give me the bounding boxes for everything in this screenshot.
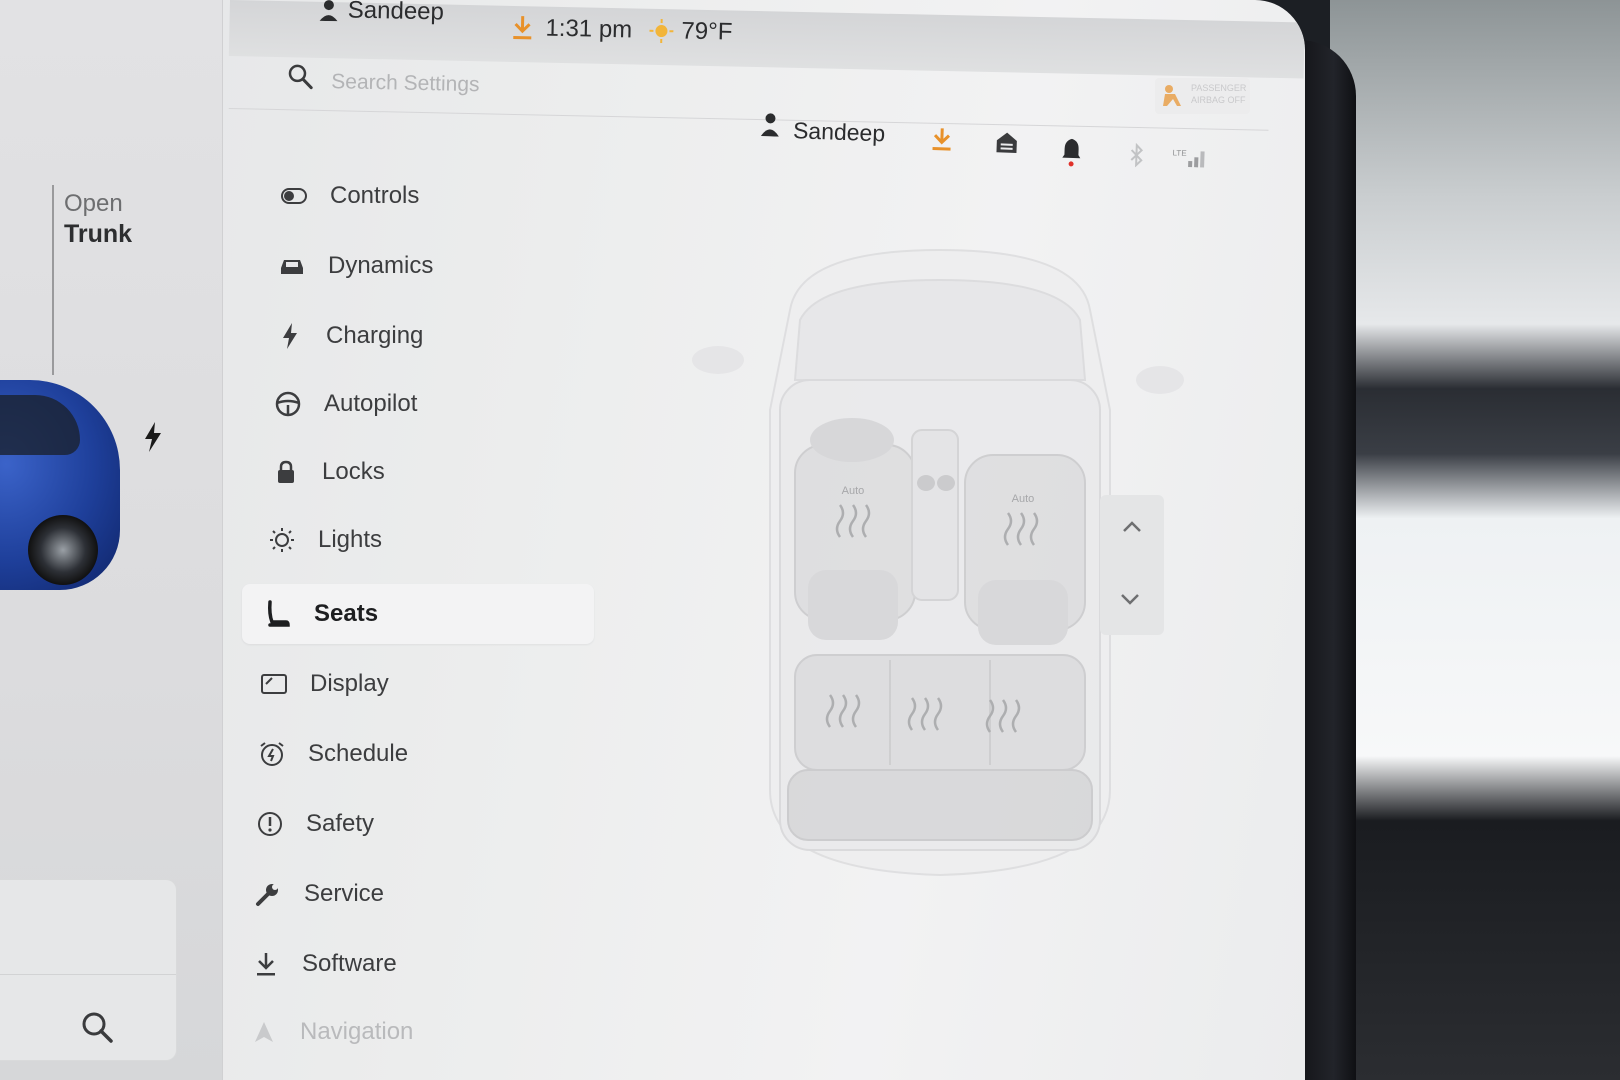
homelink-garage-icon[interactable] [994,130,1019,160]
toggle-icon [280,182,308,210]
airbag-badge-text: PASSENGER AIRBAG OFF [1191,83,1247,105]
menu-label: Lights [318,526,383,553]
menu-label: Charging [326,322,424,349]
alarm-clock-icon [258,740,286,768]
status-user-name: Sandeep [347,0,445,26]
front-left-auto-label: Auto [842,485,865,497]
lte-signal-icon[interactable]: LTE [1172,146,1207,174]
bluetooth-icon[interactable] [1128,142,1145,173]
menu-label: Display [310,670,389,697]
front-left-seat[interactable] [794,418,916,640]
menu-item-controls[interactable]: Controls [280,166,419,226]
trunk-open-label[interactable]: Open [64,190,123,218]
user-icon [319,0,338,22]
menu-label: Software [302,950,397,977]
profile-name: Sandeep [792,117,886,147]
exclamation-circle-icon [256,810,284,838]
menu-item-dynamics[interactable]: Dynamics [278,236,433,296]
notification-bell-icon[interactable] [1060,137,1083,173]
touchscreen: Open Trunk Sandeep 1:31 pm 79°F Search S… [0,0,1305,1080]
menu-item-safety[interactable]: Safety [256,794,374,854]
wrench-icon [254,880,282,908]
menu-item-lights[interactable]: Lights [268,510,382,570]
status-temperature: 79°F [681,17,733,46]
menu-label: Safety [306,810,375,837]
passenger-airbag-badge: PASSENGER AIRBAG OFF [1155,78,1250,114]
download-icon [252,950,280,978]
search-settings-input[interactable] [328,64,834,111]
software-update-icon[interactable] [930,126,953,158]
menu-item-navigation[interactable]: Navigation [250,1002,413,1062]
search-icon [287,63,314,95]
menu-label: Autopilot [324,390,418,417]
airbag-icon [1163,85,1181,106]
status-time: 1:31 pm [545,14,633,44]
menu-item-display[interactable]: Display [260,654,389,714]
sun-weather-icon [649,19,674,44]
menu-item-software[interactable]: Software [252,934,397,994]
profile-button[interactable]: Sandeep [758,108,899,153]
menu-label: Schedule [308,740,409,767]
status-weather: 79°F [649,17,733,47]
seat-adjust-arrows [1100,495,1164,635]
menu-label: Service [304,880,385,907]
seat-icon [264,600,292,628]
screen-bezel [1300,40,1356,1080]
steering-wheel-icon [274,390,302,418]
sun-icon [268,526,296,554]
display-icon [260,670,288,698]
driver-profile-icon [760,113,779,137]
lock-icon [272,458,300,486]
chevron-up-icon[interactable] [1120,519,1144,540]
chevron-down-icon[interactable] [1118,591,1142,612]
status-download[interactable] [511,14,534,40]
menu-label: Navigation [300,1018,414,1045]
rear-bench-seat[interactable] [787,654,1093,841]
trunk-label[interactable]: Trunk [64,220,132,249]
menu-label: Seats [314,600,379,627]
media-search-icon[interactable] [80,1010,114,1049]
car-icon [278,252,306,280]
front-right-auto-label: Auto [1012,493,1035,505]
navigation-arrow-icon [250,1018,278,1046]
charge-port-bolt-icon[interactable] [143,422,163,460]
menu-label: Dynamics [328,252,434,279]
menu-item-seats[interactable]: Seats [242,584,594,644]
menu-item-schedule[interactable]: Schedule [258,724,408,784]
background-window [1330,0,1620,1080]
car-pane: Open Trunk [0,0,223,1080]
menu-item-autopilot[interactable]: Autopilot [274,374,417,434]
menu-label: Locks [322,458,385,485]
menu-item-charging[interactable]: Charging [276,306,423,366]
menu-item-locks[interactable]: Locks [272,442,385,502]
card-divider [0,974,176,975]
front-right-seat[interactable] [964,454,1086,645]
trunk-indicator-line [52,185,54,375]
bolt-icon [276,322,304,350]
car-wheel [28,515,98,585]
download-update-icon [513,16,532,40]
menu-item-service[interactable]: Service [254,864,384,924]
svg-text:LTE: LTE [1172,148,1186,157]
menu-label: Controls [330,182,420,209]
status-user[interactable]: Sandeep [318,0,445,26]
media-card [0,880,176,1060]
